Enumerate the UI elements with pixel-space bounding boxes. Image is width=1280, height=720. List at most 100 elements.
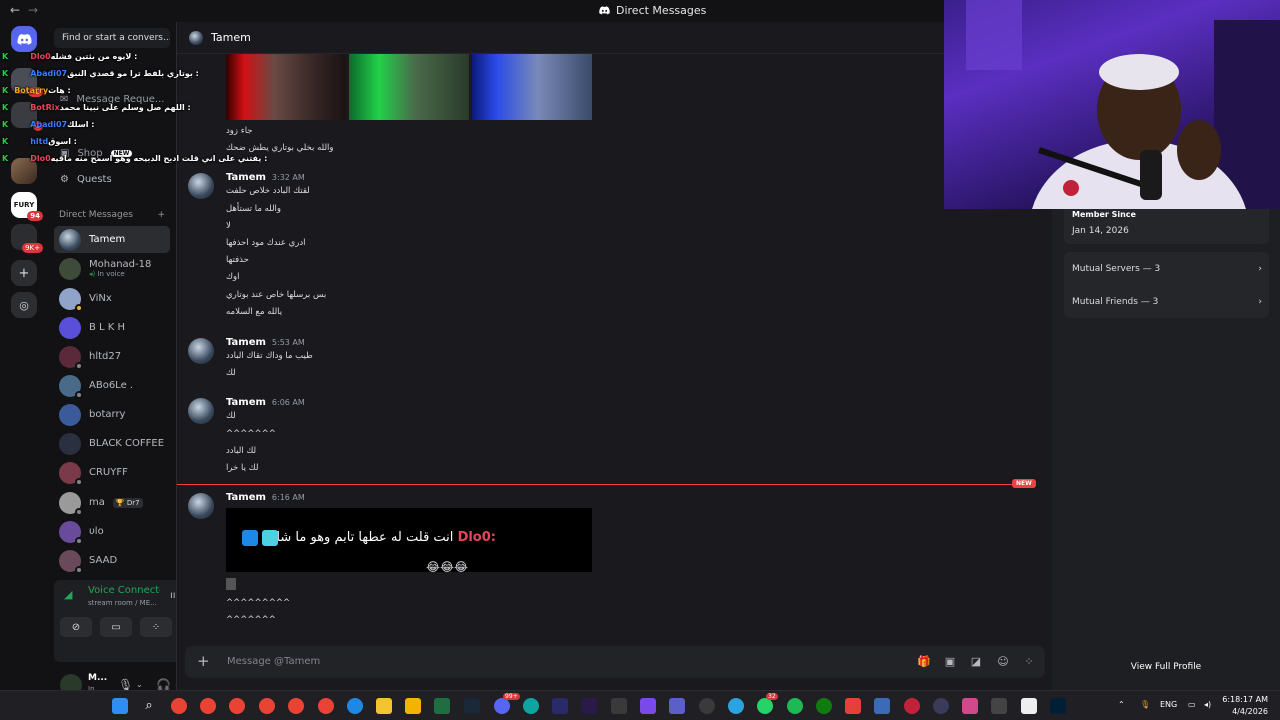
home-button[interactable] — [11, 26, 37, 52]
overlay-user: Dlo0 — [30, 52, 51, 61]
dm-item-ulo[interactable]: υlo — [54, 518, 170, 545]
file-explorer-icon[interactable] — [376, 698, 392, 714]
app-icon[interactable] — [991, 698, 1007, 714]
message-input[interactable]: Message @Tamem — [227, 656, 320, 667]
app-icon[interactable] — [874, 698, 890, 714]
overlay-message: K Botarryهات : — [2, 86, 71, 95]
back-arrow-icon[interactable]: ← — [10, 3, 20, 17]
image-thumbnail[interactable] — [226, 578, 236, 590]
excel-icon[interactable] — [434, 698, 450, 714]
edge-icon[interactable] — [523, 698, 539, 714]
app-icon[interactable] — [611, 698, 627, 714]
teams-icon[interactable] — [669, 698, 685, 714]
message-author[interactable]: Tamem 6:06 AM — [226, 397, 305, 408]
message-avatar[interactable] — [188, 398, 214, 424]
spotify-icon[interactable] — [787, 698, 803, 714]
attachment-image[interactable] — [472, 54, 592, 120]
dm-item-hltd27[interactable]: hltd27 — [54, 343, 170, 370]
dm-item-ma[interactable]: ma 🏆 Dr7 — [54, 489, 170, 516]
xbox-icon[interactable] — [816, 698, 832, 714]
camera-off-button[interactable]: ⊘ — [60, 617, 92, 637]
server-folder-icon[interactable]: 9K+ — [11, 224, 43, 253]
message-text: والله ما تستأهل — [226, 204, 281, 214]
view-full-profile-button[interactable]: View Full Profile — [1052, 662, 1280, 672]
mutual-servers-row[interactable]: Mutual Servers — 3 › — [1072, 264, 1262, 274]
discover-compass-icon[interactable]: ◎ — [11, 292, 37, 318]
message-author[interactable]: Tamem 5:53 AM — [226, 337, 305, 348]
emoji-icon[interactable]: ☺ — [996, 655, 1010, 669]
app-icon[interactable] — [347, 698, 363, 714]
message-composer[interactable]: + Message @Tamem 🎁 ▣ ◪ ☺ ⁘ — [185, 646, 1045, 678]
voice-channel-name[interactable]: stream room / ME... — [88, 599, 157, 607]
gift-icon[interactable]: 🎁 — [917, 655, 931, 669]
dm-item-abo6le[interactable]: ABo6Le . — [54, 372, 170, 399]
dm-item-blkh[interactable]: B L K H — [54, 314, 170, 341]
dm-item-botarry[interactable]: botarry — [54, 401, 170, 428]
chrome-icon[interactable] — [288, 698, 304, 714]
badge-icon: K — [2, 120, 9, 129]
message-author[interactable]: Tamem 6:16 AM — [226, 492, 305, 503]
premiere-icon[interactable] — [581, 698, 597, 714]
add-server-icon[interactable]: + — [11, 260, 37, 286]
capcut-icon[interactable] — [1021, 698, 1037, 714]
dm-item-cruyff[interactable]: CRUYFF — [54, 459, 170, 486]
windows-start-icon[interactable] — [112, 698, 128, 714]
dm-item-vinx[interactable]: ViNx — [54, 285, 170, 312]
search-icon[interactable]: ⌕ — [141, 698, 157, 714]
add-attachment-icon[interactable]: + — [197, 652, 210, 670]
dm-item-mohanad[interactable]: Mohanad-18 ◂) In voice — [54, 255, 170, 282]
chrome-icon[interactable] — [318, 698, 334, 714]
quests-nav[interactable]: ⚙ Quests — [54, 168, 170, 190]
gif-icon[interactable]: ▣ — [943, 655, 957, 669]
attachment-image[interactable] — [349, 54, 469, 120]
telegram-icon[interactable] — [728, 698, 744, 714]
app-icon[interactable] — [845, 698, 861, 714]
app-icon[interactable] — [552, 698, 568, 714]
app-icon[interactable] — [933, 698, 949, 714]
chrome-icon[interactable] — [200, 698, 216, 714]
dm-item-tamem[interactable]: Tamem — [54, 226, 170, 253]
volume-icon[interactable]: ◂) — [1204, 700, 1211, 709]
discord-logo-icon — [599, 6, 610, 15]
message-avatar[interactable] — [188, 173, 214, 199]
whatsapp-icon[interactable]: 32 — [757, 693, 778, 714]
fury-server-icon[interactable]: FURY 94 — [11, 192, 43, 221]
steam-icon[interactable] — [464, 698, 480, 714]
discord-icon[interactable]: 99+ — [494, 693, 520, 714]
app-icon[interactable] — [405, 698, 421, 714]
chevron-up-icon[interactable]: ⌃ — [1118, 700, 1125, 709]
attachment-image[interactable] — [226, 54, 346, 120]
chrome-icon[interactable] — [259, 698, 275, 714]
create-dm-icon[interactable]: + — [157, 210, 165, 220]
message-text: ^^^^^^^ — [226, 615, 276, 625]
chat-header: Tamem — [177, 22, 1053, 54]
app-icon[interactable] — [640, 698, 656, 714]
app-icon[interactable] — [699, 698, 715, 714]
activities-button[interactable]: ⁘ — [140, 617, 172, 637]
dm-item-saad[interactable]: SAAD — [54, 547, 170, 574]
author-name: Tamem — [226, 172, 266, 183]
system-clock[interactable]: 6:18:17 AM 4/4/2026 — [1222, 694, 1268, 718]
forward-arrow-icon[interactable]: → — [28, 3, 38, 17]
sticker-icon[interactable]: ◪ — [969, 655, 983, 669]
message-avatar[interactable] — [188, 493, 214, 519]
mutual-friends-row[interactable]: Mutual Friends — 3 › — [1072, 297, 1262, 307]
recipient-name[interactable]: Tamem — [211, 31, 251, 44]
photoshop-icon[interactable] — [1050, 698, 1066, 714]
message-avatar[interactable] — [188, 338, 214, 364]
message-author[interactable]: Tamem 3:32 AM — [226, 172, 305, 183]
dm-item-black-coffee[interactable]: BLACK COFFEE — [54, 430, 170, 457]
language-indicator[interactable]: ENG — [1160, 700, 1177, 709]
apps-icon[interactable]: ⁘ — [1022, 655, 1036, 669]
chrome-icon[interactable] — [229, 698, 245, 714]
clip-embed[interactable]: انت قلت له عطها تابم وهو ما شاله Dlo0: 😂… — [226, 508, 592, 572]
network-icon[interactable]: ▭ — [1188, 700, 1196, 709]
app-icon[interactable] — [962, 698, 978, 714]
screen-share-button[interactable]: ▭ — [100, 617, 132, 637]
chrome-icon[interactable] — [171, 698, 187, 714]
chevron-down-icon[interactable]: ⌄ — [136, 680, 143, 689]
app-icon[interactable] — [904, 698, 920, 714]
message-timestamp: 5:53 AM — [271, 338, 305, 347]
microphone-icon[interactable]: 🎙 — [1140, 700, 1150, 709]
find-conversation-input[interactable]: Find or start a convers... — [54, 28, 170, 48]
